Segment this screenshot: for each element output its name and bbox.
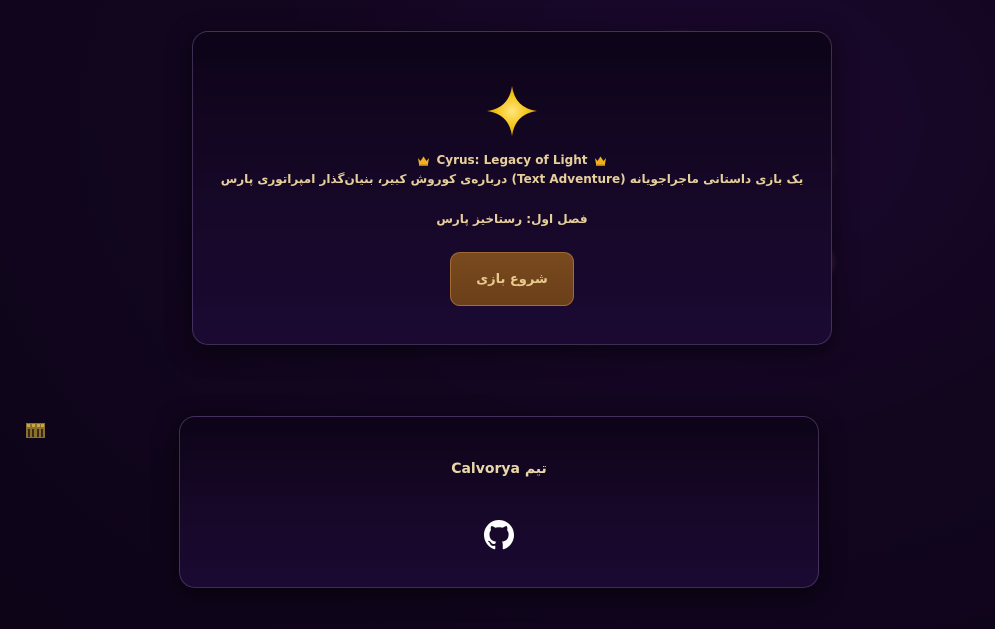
crown-icon: [418, 156, 430, 166]
castle-icon: [26, 423, 45, 438]
game-title: Cyrus: Legacy of Light: [192, 151, 832, 169]
sparkle-star-icon: [487, 86, 537, 136]
github-icon[interactable]: [484, 520, 514, 550]
start-game-button[interactable]: شروع بازی: [450, 252, 574, 306]
footer-card: [179, 416, 819, 588]
game-subtitle: یک بازی داستانی ماجراجویانه (Text Advent…: [220, 172, 804, 186]
crown-icon: [594, 156, 606, 166]
game-title-text: Cyrus: Legacy of Light: [436, 153, 588, 167]
chapter-label: فصل اول: رستاخیز پارس: [436, 212, 588, 226]
team-name: تیم Calvorya: [451, 461, 547, 477]
